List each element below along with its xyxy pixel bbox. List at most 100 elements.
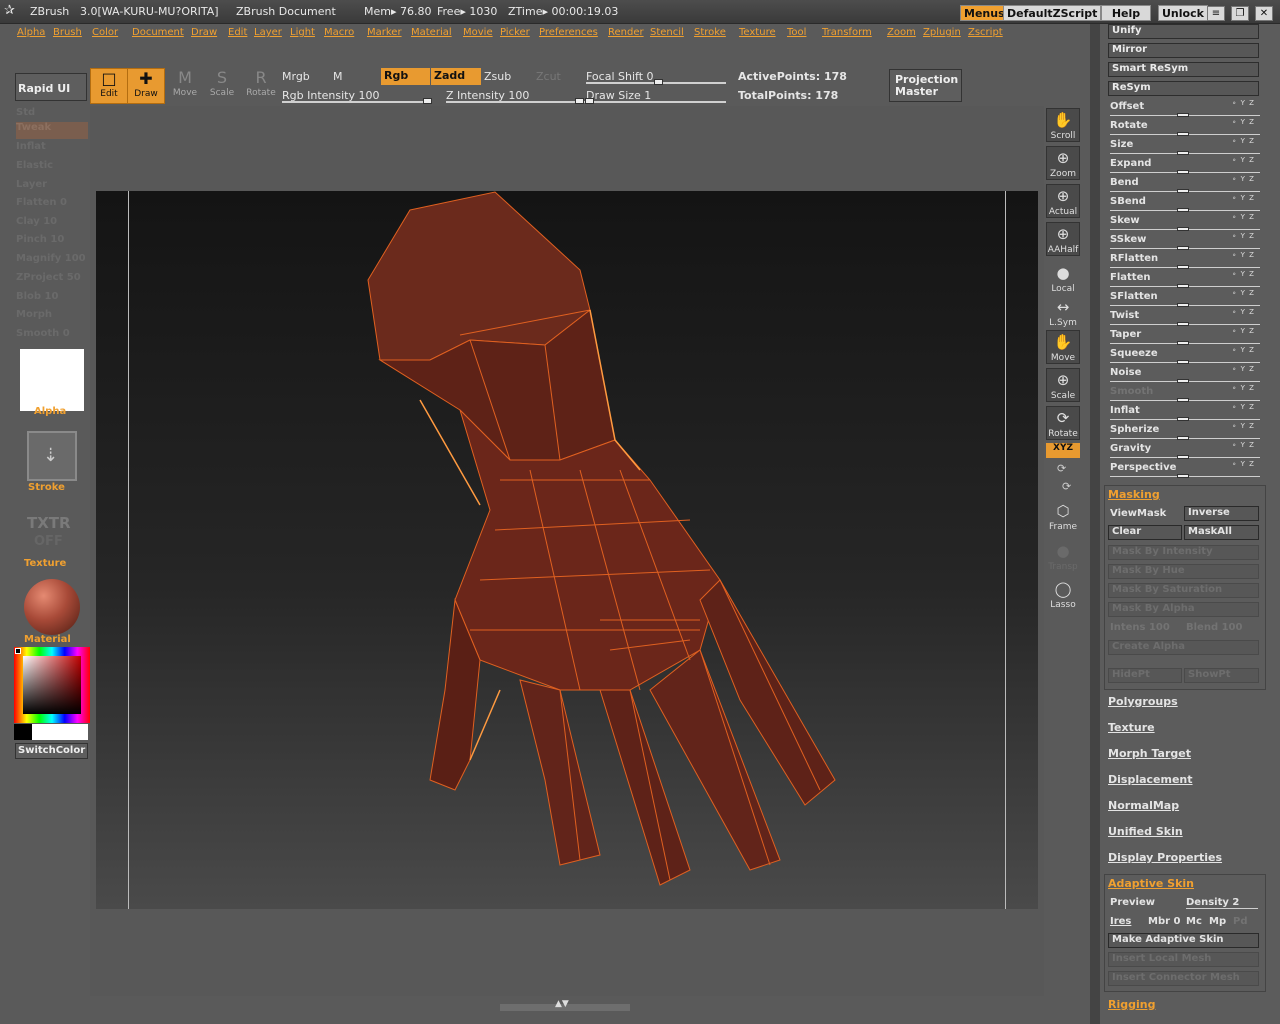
menu-layer[interactable]: Layer (254, 27, 282, 38)
smart-resym-button[interactable]: Smart ReSym (1108, 62, 1259, 77)
rotate-view-button[interactable]: ⟳ Rotate (1046, 406, 1080, 440)
expand-knob[interactable] (1177, 170, 1189, 174)
switch-color-button[interactable]: SwitchColor (15, 743, 88, 759)
menu-transform[interactable]: Transform (822, 27, 872, 38)
skew-knob[interactable] (1177, 227, 1189, 231)
rotate-slider[interactable]: Rotate (1110, 120, 1148, 131)
displacement-section[interactable]: Displacement (1108, 773, 1193, 786)
mask-all-button[interactable]: MaskAll (1184, 525, 1259, 540)
flatten-knob[interactable] (1177, 284, 1189, 288)
flatten-slider[interactable]: Flatten (1110, 272, 1150, 283)
showpt-button[interactable]: ShowPt (1184, 668, 1259, 683)
blend-slider[interactable]: Blend 100 (1186, 622, 1242, 633)
menu-movie[interactable]: Movie (463, 27, 493, 38)
perspective-slider[interactable]: Perspective (1110, 462, 1176, 473)
local-button[interactable]: ● Local (1046, 262, 1080, 296)
rflatten-slider[interactable]: RFlatten (1110, 253, 1158, 264)
polygroups-section[interactable]: Polygroups (1108, 695, 1178, 708)
color-picker-square[interactable] (23, 656, 81, 714)
restore-icon[interactable]: ❐ (1231, 6, 1249, 21)
gravity-slider[interactable]: Gravity (1110, 443, 1151, 454)
stroke-preview[interactable]: ⇣ (27, 431, 77, 481)
menu-color[interactable]: Color (92, 27, 118, 38)
menu-zplugin[interactable]: Zplugin (923, 27, 961, 38)
intens-slider[interactable]: Intens 100 (1110, 622, 1170, 633)
unlock-button[interactable]: Unlock (1158, 5, 1208, 21)
brush-zproject[interactable]: ZProject 50 (16, 272, 88, 289)
menu-brush[interactable]: Brush (53, 27, 82, 38)
expand-slider[interactable]: Expand (1110, 158, 1151, 169)
menu-preferences[interactable]: Preferences (539, 27, 598, 38)
spherize-knob[interactable] (1177, 436, 1189, 440)
z-rotate-icon[interactable]: ⟳ (1062, 480, 1071, 493)
menu-stencil[interactable]: Stencil (650, 27, 684, 38)
inverse-button[interactable]: Inverse (1184, 506, 1259, 521)
stroke-label[interactable]: Stroke (28, 482, 65, 493)
hidept-button[interactable]: HidePt (1108, 668, 1182, 683)
zcut-button[interactable]: Zcut (536, 70, 561, 83)
primary-color-swatch[interactable] (32, 724, 88, 740)
menu-texture[interactable]: Texture (739, 27, 776, 38)
menu-marker[interactable]: Marker (367, 27, 402, 38)
brush-clay[interactable]: Clay 10 (16, 216, 88, 233)
menu-zoom[interactable]: Zoom (887, 27, 916, 38)
taper-slider[interactable]: Taper (1110, 329, 1141, 340)
sbend-axis-icon[interactable]: ∘ Y Z (1232, 194, 1255, 202)
sskew-slider[interactable]: SSkew (1110, 234, 1146, 245)
twist-axis-icon[interactable]: ∘ Y Z (1232, 308, 1255, 316)
unify-button[interactable]: Unify (1108, 24, 1259, 39)
spherize-slider[interactable]: Spherize (1110, 424, 1159, 435)
resym-button[interactable]: ReSym (1108, 81, 1259, 96)
skew-slider[interactable]: Skew (1110, 215, 1140, 226)
alpha-swatch[interactable] (20, 349, 84, 411)
help-button[interactable]: Help (1101, 5, 1151, 21)
menu-material[interactable]: Material (411, 27, 452, 38)
morph-target-section[interactable]: Morph Target (1108, 747, 1191, 760)
mirror-button[interactable]: Mirror (1108, 43, 1259, 58)
bend-axis-icon[interactable]: ∘ Y Z (1232, 175, 1255, 183)
material-label[interactable]: Material (24, 634, 71, 645)
projection-master-button[interactable]: Projection Master (889, 69, 962, 102)
brush-elastic[interactable]: Elastic (16, 160, 88, 177)
smooth-axis-icon[interactable]: ∘ Y Z (1232, 384, 1255, 392)
normalmap-section[interactable]: NormalMap (1108, 799, 1179, 812)
noise-knob[interactable] (1177, 379, 1189, 383)
expand-axis-icon[interactable]: ∘ Y Z (1232, 156, 1255, 164)
sbend-slider[interactable]: SBend (1110, 196, 1146, 207)
sbend-knob[interactable] (1177, 208, 1189, 212)
frame-button[interactable]: ⬡ Frame (1046, 500, 1080, 534)
brush-morph[interactable]: Morph (16, 309, 88, 326)
m-button[interactable]: M (333, 70, 343, 83)
insert-local-mesh-button[interactable]: Insert Local Mesh (1108, 952, 1259, 967)
menu-light[interactable]: Light (290, 27, 315, 38)
rgb-intensity-track[interactable] (282, 101, 432, 103)
inflat-slider[interactable]: Inflat (1110, 405, 1140, 416)
focal-shift-knob[interactable] (654, 79, 663, 85)
scroll-button[interactable]: ✋ Scroll (1046, 108, 1080, 142)
rgb-intensity-knob[interactable] (423, 98, 432, 104)
squeeze-knob[interactable] (1177, 360, 1189, 364)
menu-zscript[interactable]: Zscript (968, 27, 1003, 38)
taper-axis-icon[interactable]: ∘ Y Z (1232, 327, 1255, 335)
brush-layer[interactable]: Layer (16, 179, 88, 196)
menu-document[interactable]: Document (132, 27, 184, 38)
panel-divider[interactable] (1090, 24, 1100, 1024)
scale-button[interactable]: S Scale (203, 68, 241, 104)
perspective-axis-icon[interactable]: ∘ Y Z (1232, 460, 1255, 468)
z-intensity-track[interactable] (446, 101, 586, 103)
pd-button[interactable]: Pd (1233, 916, 1248, 927)
collapse-icon[interactable]: ≡ (1207, 6, 1225, 21)
sskew-knob[interactable] (1177, 246, 1189, 250)
draw-size-track[interactable] (586, 101, 726, 103)
secondary-color-swatch[interactable] (14, 724, 32, 740)
rgb-button[interactable]: Rgb (381, 68, 430, 85)
menu-draw[interactable]: Draw (191, 27, 217, 38)
texture-section[interactable]: Texture (1108, 721, 1155, 734)
menu-edit[interactable]: Edit (228, 27, 247, 38)
rigging-section[interactable]: Rigging (1108, 998, 1155, 1011)
transp-button[interactable]: ● Transp (1046, 540, 1080, 574)
spherize-axis-icon[interactable]: ∘ Y Z (1232, 422, 1255, 430)
edit-button[interactable]: □ Edit (90, 68, 128, 104)
brush-magnify[interactable]: Magnify 100 (16, 253, 88, 270)
inflat-axis-icon[interactable]: ∘ Y Z (1232, 403, 1255, 411)
